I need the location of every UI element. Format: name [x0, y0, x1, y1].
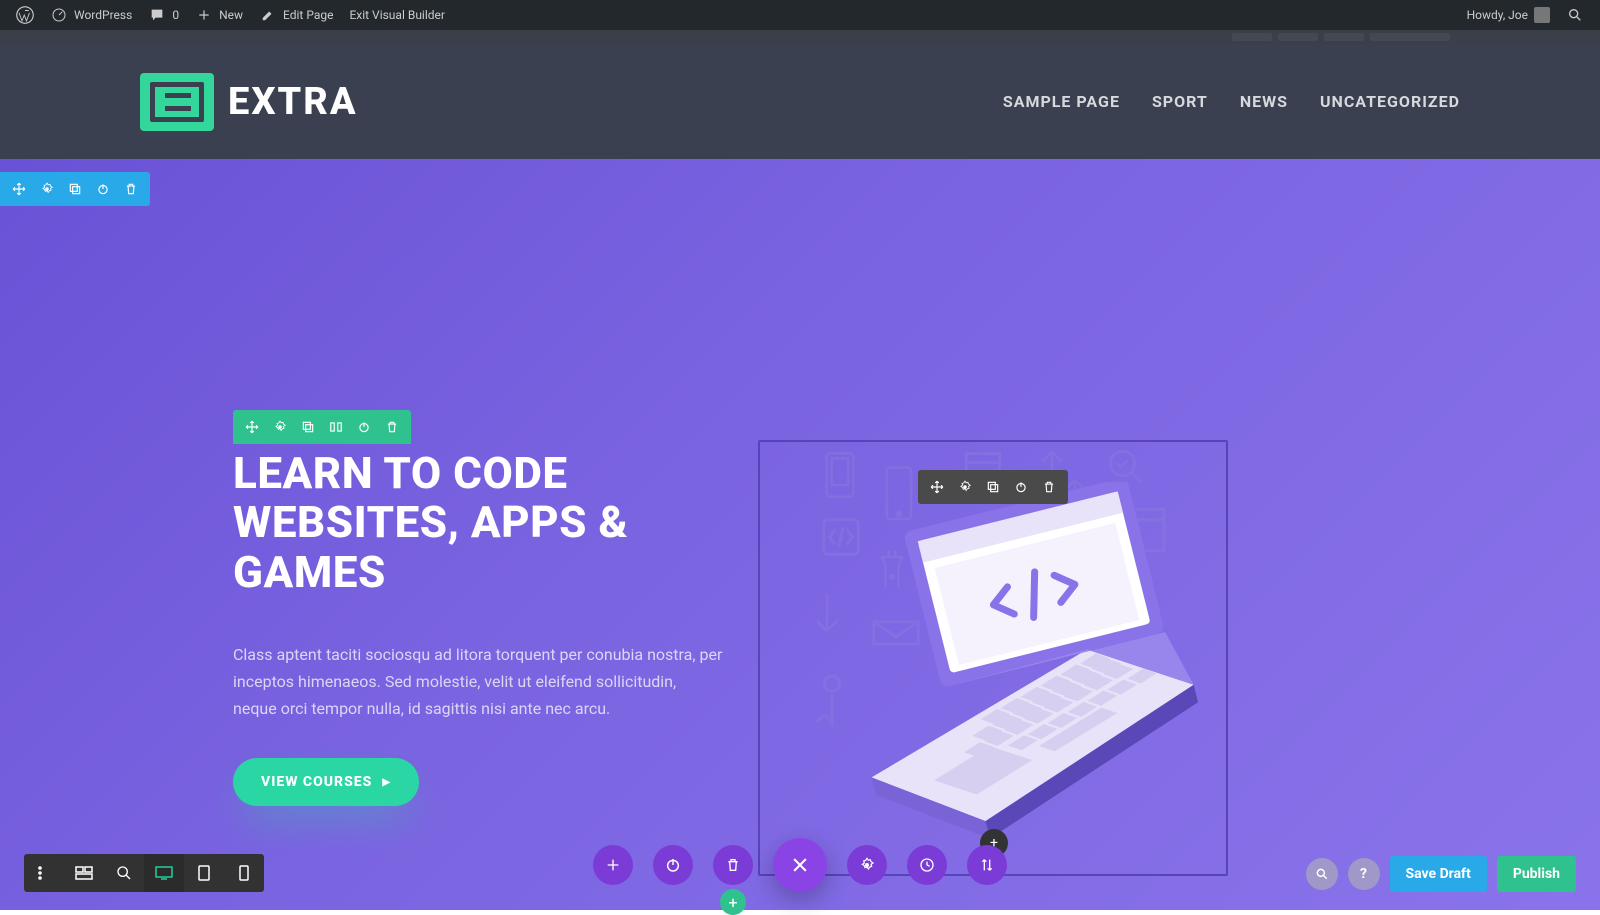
builder-history-button[interactable] [907, 845, 947, 885]
hero-title: LEARN TO CODE WEBSITES, APPS & GAMES [233, 449, 723, 597]
exit-vb-label: Exit Visual Builder [349, 8, 445, 22]
builder-right-bar: ? Save Draft Publish [1306, 856, 1576, 892]
edit-page-label: Edit Page [283, 8, 333, 22]
builder-close-button[interactable] [773, 838, 827, 892]
site-logo[interactable]: EXTRA [140, 73, 358, 131]
view-courses-button[interactable]: VIEW COURSES ▶ [233, 758, 419, 806]
plus-icon: + [728, 893, 737, 912]
site-name-link[interactable]: WordPress [42, 0, 140, 30]
publish-button[interactable]: Publish [1497, 856, 1576, 892]
builder-help-button[interactable]: ? [1348, 858, 1380, 890]
builder-center-bar [593, 838, 1007, 892]
section-delete-button[interactable] [118, 176, 144, 202]
builder-search-button[interactable] [1306, 858, 1338, 890]
nav-uncategorized[interactable]: UNCATEGORIZED [1320, 92, 1460, 111]
builder-settings-button[interactable] [847, 845, 887, 885]
builder-delete-button[interactable] [713, 845, 753, 885]
new-label: New [219, 8, 243, 22]
laptop-illustration [790, 482, 1220, 862]
primary-nav: SAMPLE PAGE SPORT NEWS UNCATEGORIZED [1003, 92, 1460, 111]
logo-mark-icon [140, 73, 214, 131]
hero-text-module[interactable]: LEARN TO CODE WEBSITES, APPS & GAMES Cla… [233, 449, 723, 806]
module-toolbar [918, 470, 1068, 504]
section-move-handle[interactable] [6, 176, 32, 202]
section-toolbar [0, 172, 150, 206]
edit-page-link[interactable]: Edit Page [251, 0, 341, 30]
wp-logo[interactable] [8, 0, 42, 30]
nav-sport[interactable]: SPORT [1152, 92, 1208, 111]
avatar [1534, 7, 1550, 23]
row-move-handle[interactable] [239, 414, 265, 440]
comments-link[interactable]: 0 [140, 0, 187, 30]
module-delete-button[interactable] [1036, 474, 1062, 500]
module-power-button[interactable] [1008, 474, 1034, 500]
search-icon [1566, 6, 1584, 24]
builder-add-button[interactable] [593, 845, 633, 885]
nav-news[interactable]: NEWS [1240, 92, 1288, 111]
plus-icon [195, 6, 213, 24]
module-settings-button[interactable] [952, 474, 978, 500]
pencil-icon [259, 6, 277, 24]
nav-sample-page[interactable]: SAMPLE PAGE [1003, 92, 1120, 111]
builder-swap-button[interactable] [967, 845, 1007, 885]
save-draft-label: Save Draft [1406, 866, 1471, 882]
add-section-button[interactable]: + [720, 889, 746, 915]
wireframe-view-button[interactable] [64, 854, 104, 892]
row-toolbar [233, 410, 411, 444]
builder-power-button[interactable] [653, 845, 693, 885]
howdy-label: Howdy, Joe [1467, 8, 1528, 22]
cta-label: VIEW COURSES [261, 774, 372, 790]
row-delete-button[interactable] [379, 414, 405, 440]
module-move-handle[interactable] [924, 474, 950, 500]
row-settings-button[interactable] [267, 414, 293, 440]
publish-label: Publish [1513, 866, 1560, 882]
tablet-view-button[interactable] [184, 854, 224, 892]
site-name-label: WordPress [74, 8, 132, 22]
comment-icon [148, 6, 166, 24]
desktop-view-button[interactable] [144, 854, 184, 892]
phone-view-button[interactable] [224, 854, 264, 892]
help-icon: ? [1360, 866, 1367, 882]
section-settings-button[interactable] [34, 176, 60, 202]
module-duplicate-button[interactable] [980, 474, 1006, 500]
hero-description: Class aptent taciti sociosqu ad litora t… [233, 641, 723, 723]
row-columns-button[interactable] [323, 414, 349, 440]
search-toggle[interactable] [1558, 0, 1592, 30]
wordpress-logo-icon [16, 6, 34, 24]
image-module[interactable] [758, 440, 1228, 876]
new-link[interactable]: New [187, 0, 251, 30]
zoom-button[interactable] [104, 854, 144, 892]
brand-text: EXTRA [228, 80, 358, 124]
wp-admin-bar: WordPress 0 New Edit Page Exit Visual Bu… [0, 0, 1600, 30]
row-power-button[interactable] [351, 414, 377, 440]
secondary-bar [0, 30, 1600, 44]
exit-vb-link[interactable]: Exit Visual Builder [341, 0, 453, 30]
section-duplicate-button[interactable] [62, 176, 88, 202]
view-mode-bar [24, 854, 264, 892]
section-power-button[interactable] [90, 176, 116, 202]
row-duplicate-button[interactable] [295, 414, 321, 440]
howdy-link[interactable]: Howdy, Joe [1459, 0, 1558, 30]
hero-section: LEARN TO CODE WEBSITES, APPS & GAMES Cla… [0, 159, 1600, 910]
dashboard-icon [50, 6, 68, 24]
save-draft-button[interactable]: Save Draft [1390, 856, 1487, 892]
menu-button[interactable] [24, 854, 64, 892]
chevron-right-icon: ▶ [382, 777, 391, 788]
comments-count: 0 [172, 8, 179, 22]
site-header: EXTRA SAMPLE PAGE SPORT NEWS UNCATEGORIZ… [0, 44, 1600, 159]
